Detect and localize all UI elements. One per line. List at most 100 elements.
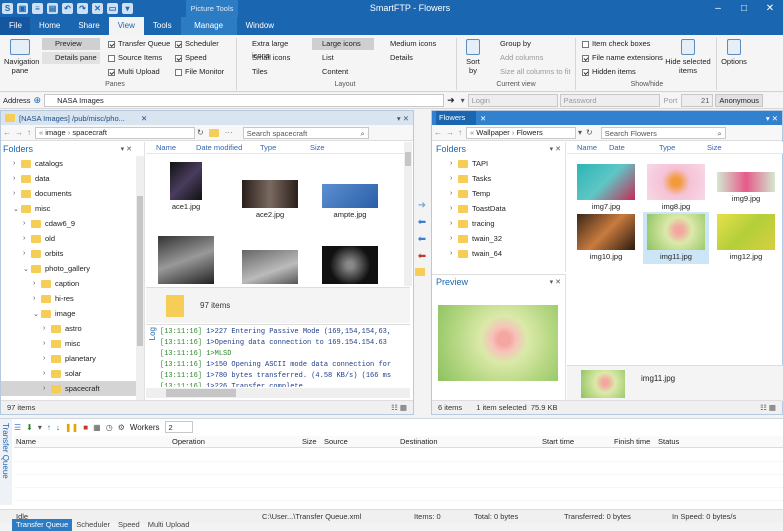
- transfer-queue-toggle[interactable]: Transfer Queue: [108, 38, 170, 50]
- up-icon[interactable]: ↑: [458, 128, 462, 137]
- chevron-right-icon[interactable]: ›: [23, 235, 31, 242]
- port-input[interactable]: 21: [681, 94, 714, 107]
- file-name-extensions-toggle[interactable]: File name extensions: [582, 52, 663, 64]
- chevron-right-icon[interactable]: ›: [43, 370, 51, 377]
- left-breadcrumb[interactable]: « image › spacecraft: [35, 126, 195, 139]
- folder-item[interactable]: › twain_64: [432, 246, 565, 261]
- chevron-right-icon[interactable]: ›: [450, 175, 458, 182]
- file-monitor-toggle[interactable]: File Monitor: [175, 66, 224, 78]
- login-input[interactable]: Login: [467, 94, 558, 107]
- preview-pane-button[interactable]: Preview pane: [42, 38, 100, 60]
- folder-item[interactable]: › planetary: [1, 351, 144, 366]
- hide-selected-button[interactable]: Hide selected items: [664, 39, 712, 75]
- folder-item[interactable]: ⌄ misc: [1, 201, 144, 216]
- content-option[interactable]: Content: [312, 66, 348, 78]
- close-icon[interactable]: ✕: [757, 0, 783, 17]
- pause-icon[interactable]: ❚❚: [65, 423, 78, 432]
- folder-item[interactable]: › old: [1, 231, 144, 246]
- folder-item[interactable]: › ToastData: [432, 201, 565, 216]
- folder-item[interactable]: › caption: [1, 276, 144, 291]
- chevron-right-icon[interactable]: ›: [33, 295, 41, 302]
- tab-view[interactable]: View: [108, 17, 144, 35]
- queue-move-down-icon[interactable]: ↓: [56, 423, 60, 432]
- save-icon[interactable]: ▣: [17, 3, 28, 14]
- anonymous-toggle[interactable]: Anonymous: [715, 94, 763, 107]
- forward-icon[interactable]: →: [446, 128, 454, 137]
- file-thumbnail[interactable]: [320, 246, 380, 286]
- right-search-input[interactable]: Search Flowers ⌕: [600, 126, 726, 139]
- folder-item[interactable]: › cdaw6_9: [1, 216, 144, 231]
- back-icon[interactable]: ←: [3, 128, 11, 137]
- options-button[interactable]: Options: [720, 39, 748, 66]
- folder-item[interactable]: ⌄ image: [1, 306, 144, 321]
- connect-dropdown-icon[interactable]: ▾: [461, 96, 465, 105]
- add-columns-button[interactable]: Add columns: [490, 52, 543, 64]
- tab-close-icon[interactable]: ✕: [480, 114, 486, 123]
- chevron-down-icon[interactable]: ⌄: [13, 205, 21, 213]
- source-items-toggle[interactable]: Source Items: [108, 52, 162, 64]
- folder-item[interactable]: › solar: [1, 366, 144, 381]
- sort-by-button[interactable]: Sort by: [462, 39, 484, 75]
- download-arrow-icon[interactable]: ⬅: [415, 217, 429, 228]
- details-pane-button[interactable]: Details pane: [42, 52, 100, 64]
- refresh-icon[interactable]: ↻: [586, 128, 593, 137]
- multi-upload-toggle[interactable]: Multi Upload: [108, 66, 160, 78]
- folder-item[interactable]: › misc: [1, 336, 144, 351]
- file-thumbnail[interactable]: [158, 236, 214, 286]
- file-thumbnail[interactable]: img10.jpg: [575, 214, 637, 261]
- log-hscrollbar[interactable]: [146, 388, 410, 398]
- folder-item[interactable]: › Tasks: [432, 171, 565, 186]
- file-thumbnail[interactable]: ampte.jpg: [320, 184, 380, 219]
- large-icons-option[interactable]: Large icons: [312, 38, 374, 50]
- col-size[interactable]: Size: [310, 143, 350, 152]
- upload-arrow-icon[interactable]: ➜: [415, 200, 429, 211]
- address-input[interactable]: NASA Images: [44, 94, 445, 107]
- tab-tools[interactable]: Tools: [144, 17, 181, 35]
- stop-icon[interactable]: ■: [83, 423, 88, 432]
- file-thumbnail[interactable]: img8.jpg: [645, 164, 707, 211]
- up-icon[interactable]: ↑: [27, 128, 31, 137]
- chevron-right-icon[interactable]: ›: [450, 220, 458, 227]
- queue-options-icon[interactable]: ▦: [93, 423, 101, 432]
- chevron-right-icon[interactable]: ›: [13, 190, 21, 197]
- chevron-right-icon[interactable]: ›: [43, 385, 51, 392]
- rename-icon[interactable]: ▭: [107, 3, 118, 14]
- back-icon[interactable]: ←: [434, 128, 442, 137]
- tab-home[interactable]: Home: [30, 17, 69, 35]
- scheduler-toggle[interactable]: Scheduler: [175, 38, 219, 50]
- chevron-right-icon[interactable]: ›: [33, 280, 41, 287]
- queue-move-up-icon[interactable]: ↑: [47, 423, 51, 432]
- chevron-right-icon[interactable]: ›: [23, 220, 31, 227]
- new-folder-icon[interactable]: ▤: [47, 3, 58, 14]
- medium-icons-option[interactable]: Medium icons: [380, 38, 450, 50]
- file-thumbnail[interactable]: img7.jpg: [575, 164, 637, 211]
- chevron-right-icon[interactable]: ›: [450, 160, 458, 167]
- navigation-pane-button[interactable]: Navigation pane: [4, 39, 39, 75]
- group-by-button[interactable]: Group by: [490, 38, 531, 50]
- left-pane-tab[interactable]: [NASA Images] /pub/misc/pho... ✕ ▾ ✕: [1, 111, 413, 125]
- col-type[interactable]: Type: [260, 143, 310, 152]
- item-check-boxes-toggle[interactable]: Item check boxes: [582, 38, 650, 50]
- col-type[interactable]: Type: [659, 143, 707, 152]
- col-name[interactable]: Name: [146, 143, 196, 152]
- speed-toggle[interactable]: Speed: [175, 52, 207, 64]
- folder-item[interactable]: › astro: [1, 321, 144, 336]
- redo-icon[interactable]: ↷: [77, 3, 88, 14]
- undo-icon[interactable]: ↶: [62, 3, 73, 14]
- folder-item[interactable]: › twain_32: [432, 231, 565, 246]
- folder-item[interactable]: › spacecraft: [1, 381, 144, 396]
- chevron-down-icon[interactable]: ⌄: [33, 310, 41, 318]
- bottom-tab[interactable]: Multi Upload: [144, 519, 194, 531]
- chevron-right-icon[interactable]: ›: [23, 250, 31, 257]
- file-thumbnail-selected[interactable]: img11.jpg: [643, 212, 709, 264]
- right-pane-tab[interactable]: Flowers ✕ ▾ ✕: [432, 111, 782, 125]
- folder-item[interactable]: ⌄ photo_gallery: [1, 261, 144, 276]
- chevron-right-icon[interactable]: ›: [43, 325, 51, 332]
- sync-arrow-icon[interactable]: ⬅: [415, 234, 429, 245]
- tab-share[interactable]: Share: [69, 17, 108, 35]
- file-thumbnail[interactable]: ace2.jpg: [238, 180, 302, 219]
- chevron-right-icon[interactable]: ›: [450, 205, 458, 212]
- folder-item[interactable]: › Temp: [432, 186, 565, 201]
- pane-menu-icon[interactable]: ▾ ✕: [397, 114, 409, 123]
- tab-window[interactable]: Window: [237, 17, 283, 35]
